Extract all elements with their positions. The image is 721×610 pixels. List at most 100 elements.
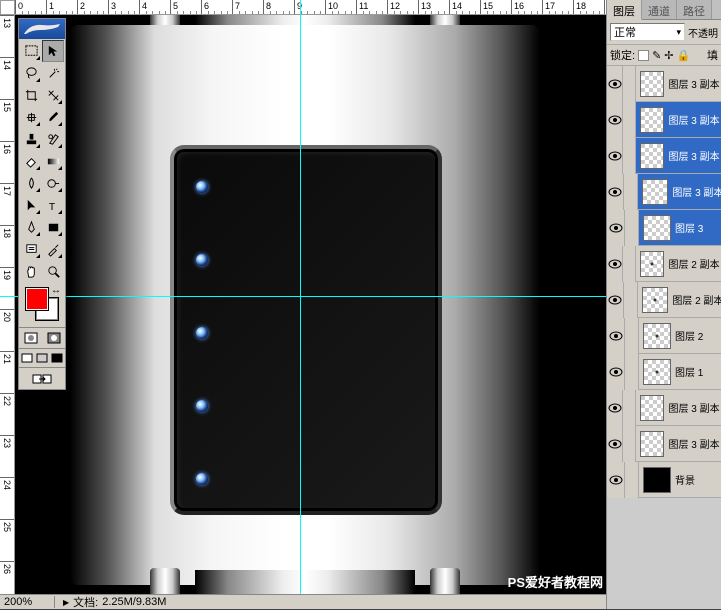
link-column[interactable] [623,66,635,102]
layer-row[interactable]: 图层 3 副本 4 [607,138,721,174]
crop-tool[interactable] [20,84,42,106]
screen-full-menu[interactable] [34,349,49,367]
visibility-toggle[interactable] [607,66,623,102]
layer-name[interactable]: 图层 1 [675,364,703,379]
layer-thumbnail[interactable] [643,323,671,349]
layer-thumbnail[interactable] [643,215,671,241]
layer-thumbnail[interactable] [640,431,665,457]
eraser-tool[interactable] [20,150,42,172]
layer-name[interactable]: 图层 3 副本 2 [668,436,721,451]
layer-row[interactable]: 图层 2 副本 2 [607,246,721,282]
link-column[interactable] [625,318,639,354]
layers-list[interactable]: 图层 3 副本 6 图层 3 副本 5 图层 3 副本 4 图层 3 副本图层 3 图层… [607,66,721,609]
gradient-tool[interactable] [42,150,64,172]
layer-row[interactable]: 图层 1 [607,354,721,390]
visibility-toggle[interactable] [607,462,625,498]
layer-row[interactable]: 图层 3 副本 2 [607,426,721,462]
visibility-toggle[interactable] [607,354,625,390]
layer-thumbnail[interactable] [640,143,665,169]
layer-thumbnail[interactable] [640,107,665,133]
layer-name[interactable]: 图层 3 副本 3 [668,400,721,415]
visibility-toggle[interactable] [607,102,623,138]
link-column[interactable] [623,426,635,462]
layer-thumbnail[interactable] [643,467,671,493]
tab-paths[interactable]: 路径 [677,0,712,19]
layer-name[interactable]: 图层 3 副本 4 [668,148,721,163]
notes-tool[interactable] [20,238,42,260]
link-column[interactable] [623,390,635,426]
hand-tool[interactable] [20,260,42,282]
layer-row[interactable]: 图层 2 副本 [607,282,721,318]
vertical-ruler[interactable]: 131415161718192021222324252627 [0,15,15,594]
layer-thumbnail[interactable] [643,359,671,385]
link-column[interactable] [624,174,637,210]
layer-row[interactable]: 图层 3 副本 5 [607,102,721,138]
tab-channels[interactable]: 通道 [642,0,677,19]
visibility-toggle[interactable] [607,246,623,282]
marquee-tool[interactable] [20,40,42,62]
link-column[interactable] [625,462,639,498]
standard-mode-button[interactable] [19,328,42,348]
link-column[interactable] [623,246,635,282]
visibility-toggle[interactable] [607,210,625,246]
stamp-tool[interactable] [20,128,42,150]
toolbox-header[interactable] [19,19,65,39]
wand-tool[interactable] [42,62,64,84]
screen-standard[interactable] [19,349,34,367]
tab-layers[interactable]: 图层 [607,0,642,20]
layer-thumbnail[interactable] [640,251,665,277]
layer-row[interactable]: 图层 2 [607,318,721,354]
link-column[interactable] [625,210,639,246]
type-tool[interactable]: T [42,194,64,216]
eyedropper-tool[interactable] [42,238,64,260]
visibility-toggle[interactable] [607,174,624,210]
layer-name[interactable]: 图层 3 副本 [672,184,721,199]
zoom-tool[interactable] [42,260,64,282]
history-brush-tool[interactable] [42,128,64,150]
foreground-color[interactable] [25,287,49,311]
heal-tool[interactable] [20,106,42,128]
blur-tool[interactable] [20,172,42,194]
swap-colors-icon[interactable]: ↔ [51,285,61,296]
layer-name[interactable]: 背景 [675,472,695,487]
layer-row[interactable]: 图层 3 副本 3 [607,390,721,426]
layer-name[interactable]: 图层 2 副本 [672,292,721,307]
quickmask-mode-button[interactable] [42,328,65,348]
visibility-toggle[interactable] [607,426,623,462]
pen-tool[interactable] [20,216,42,238]
doc-info[interactable]: ▶ 文档: 2.25M/9.83M [55,594,174,610]
layer-thumbnail[interactable] [642,179,669,205]
blend-mode-select[interactable]: 正常 [610,23,685,41]
lock-transparency[interactable] [638,50,649,61]
layer-name[interactable]: 图层 3 副本 6 [668,76,721,91]
brush-tool[interactable] [42,106,64,128]
link-column[interactable] [625,354,639,390]
layer-name[interactable]: 图层 2 [675,328,703,343]
canvas[interactable] [15,15,606,594]
link-column[interactable] [623,138,635,174]
layer-thumbnail[interactable] [640,71,665,97]
link-column[interactable] [623,102,635,138]
screen-full[interactable] [50,349,65,367]
layer-thumbnail[interactable] [642,287,669,313]
link-column[interactable] [624,282,637,318]
layer-name[interactable]: 图层 3 [675,220,703,235]
lock-all-icon[interactable]: 🔒 [677,49,691,62]
lock-position-icon[interactable]: ✢ [664,49,673,62]
visibility-toggle[interactable] [607,318,625,354]
zoom-level[interactable]: 200% [0,596,55,608]
visibility-toggle[interactable] [607,138,623,174]
move-tool[interactable] [42,40,64,62]
layer-row[interactable]: 图层 3 副本 6 [607,66,721,102]
visibility-toggle[interactable] [607,282,624,318]
jump-to-imageready[interactable] [19,367,65,389]
visibility-toggle[interactable] [607,390,623,426]
layer-row[interactable]: 背景 [607,462,721,498]
layer-thumbnail[interactable] [640,395,665,421]
lock-pixels-icon[interactable]: ✎ [652,49,661,62]
layer-name[interactable]: 图层 3 副本 5 [668,112,721,127]
layer-name[interactable]: 图层 2 副本 2 [668,256,721,271]
layer-row[interactable]: 图层 3 副本 [607,174,721,210]
shape-tool[interactable] [42,216,64,238]
slice-tool[interactable] [42,84,64,106]
